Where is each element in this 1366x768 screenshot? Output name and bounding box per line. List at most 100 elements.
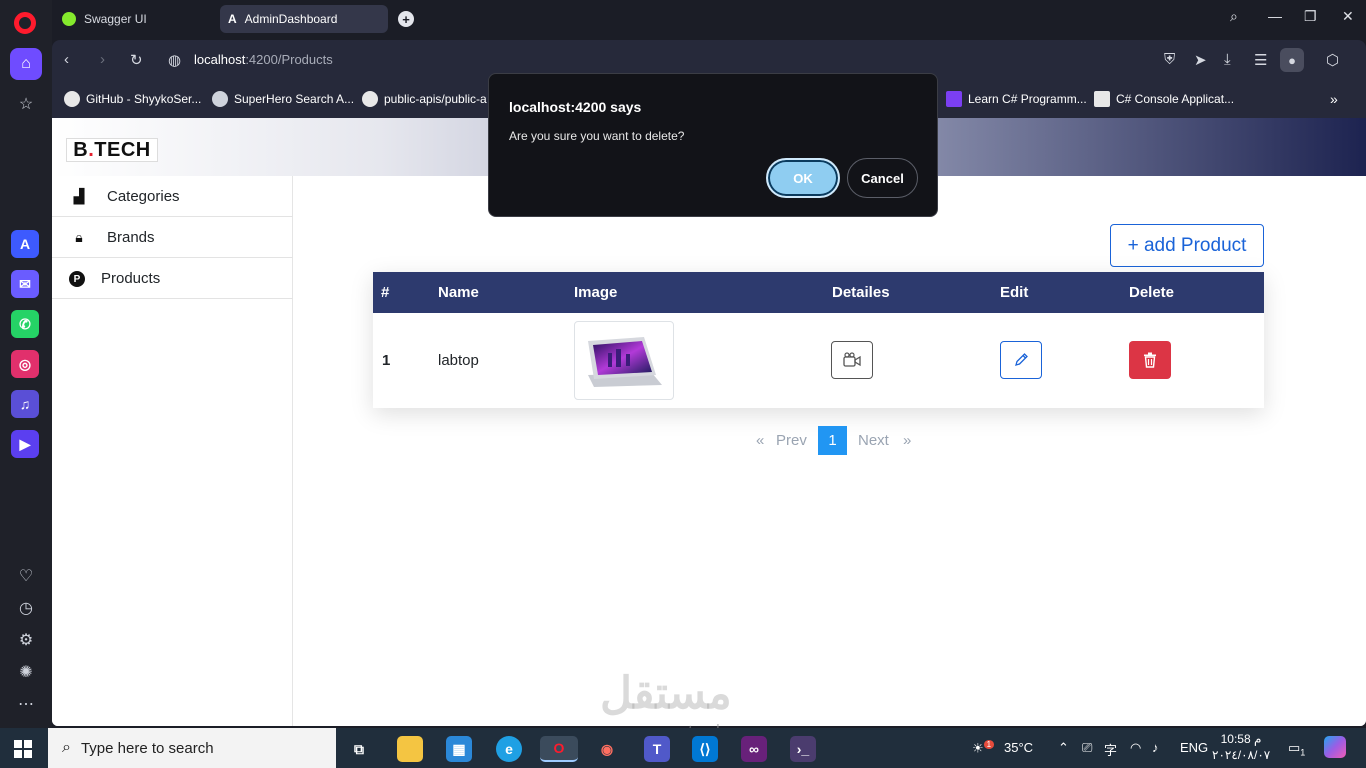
search-tabs-icon[interactable]: ⌕ — [1230, 8, 1238, 25]
site-info-icon[interactable]: ◍ — [168, 51, 181, 69]
opera-taskbar-icon[interactable]: O — [540, 736, 578, 762]
pagination-prev[interactable]: Prev — [776, 426, 807, 455]
star-icon[interactable]: ☆ — [10, 88, 42, 120]
table-header: # Name Image Detailes Edit Delete — [373, 272, 1264, 313]
extensions-icon[interactable]: ⬡ — [1326, 51, 1339, 69]
sidebar-item-label: Brands — [107, 228, 155, 246]
products-table: # Name Image Detailes Edit Delete 1 labt… — [373, 272, 1264, 408]
weather-icon[interactable]: ☀ 1 — [972, 740, 995, 756]
opera-sidebar: ⌂ ☆ A ✉ ✆ ◎ ♫ ▶ ♡ ◷ ⚙ ✺ ⋯ — [0, 0, 52, 728]
github-icon — [362, 91, 378, 107]
sidebar-item-label: Categories — [107, 187, 180, 205]
windows-start-icon[interactable] — [14, 740, 32, 758]
sidebar-item-categories[interactable]: ▟ Categories — [52, 176, 293, 217]
lightbulb-icon[interactable]: ✺ — [10, 656, 42, 688]
copilot-icon[interactable] — [1324, 736, 1346, 758]
volume-icon[interactable]: ♪ — [1152, 740, 1159, 755]
close-window-icon[interactable]: ✕ — [1342, 8, 1354, 25]
aria-icon[interactable]: A — [11, 230, 39, 258]
notifications-icon[interactable]: ▭1 — [1288, 740, 1305, 758]
easy-setup-icon[interactable]: ☰ — [1254, 51, 1267, 69]
send-icon[interactable]: ➤ — [1194, 51, 1207, 69]
add-product-button[interactable]: + add Product — [1110, 224, 1264, 267]
pagination-next[interactable]: Next — [858, 426, 889, 455]
new-tab-button[interactable]: + — [398, 11, 414, 27]
ime-icon[interactable]: 字 — [1104, 740, 1117, 759]
taskbar-search[interactable]: ⌕ Type here to search — [48, 728, 336, 768]
file-explorer-icon[interactable] — [397, 736, 423, 762]
angular-icon: A — [228, 12, 237, 26]
chart-area-icon: ▟ — [73, 187, 85, 204]
edit-button[interactable] — [1000, 341, 1042, 379]
pagination-page-1[interactable]: 1 — [818, 426, 847, 455]
messenger-icon[interactable]: ✉ — [11, 270, 39, 298]
vscode-icon[interactable]: ⟨⟩ — [692, 736, 718, 762]
delete-button[interactable] — [1129, 341, 1171, 379]
sidebar-item-products[interactable]: P Products — [52, 258, 293, 299]
laptop-image — [588, 336, 662, 387]
sidebar-item-label: Products — [101, 269, 161, 287]
music-icon[interactable]: ♫ — [11, 390, 39, 418]
whatsapp-icon[interactable]: ✆ — [11, 310, 39, 338]
tab-swagger[interactable]: Swagger UI — [54, 5, 214, 33]
store-icon[interactable]: ▦ — [446, 736, 472, 762]
back-icon[interactable]: ‹ — [64, 51, 69, 68]
brand-right: TECH — [94, 138, 151, 161]
download-icon[interactable]: ⤓ — [1224, 51, 1231, 68]
minimize-icon[interactable]: — — [1268, 8, 1282, 24]
csharp-icon — [1094, 91, 1110, 107]
home-icon[interactable]: ⌂ — [10, 48, 42, 80]
column-header: Name — [438, 284, 479, 301]
player-icon[interactable]: ▶ — [11, 430, 39, 458]
bookmark-public-apis[interactable]: public-apis/public-a — [362, 91, 487, 107]
more-icon[interactable]: ⋯ — [10, 688, 42, 720]
pencil-icon — [1015, 353, 1028, 366]
teams-icon[interactable]: T — [644, 736, 670, 762]
app-taskbar-icon[interactable]: ◉ — [594, 736, 620, 762]
clock[interactable]: 10:58 م ٢٠٢٤/٠٨/٠٧ — [1212, 731, 1270, 763]
tray-chevron-icon[interactable]: ⌃ — [1058, 740, 1069, 756]
url-host: localhost — [194, 52, 246, 67]
pagination-next-glyph[interactable]: » — [903, 426, 911, 455]
settings-icon[interactable]: ⚙ — [10, 624, 42, 656]
visual-studio-icon[interactable]: ∞ — [741, 736, 767, 762]
cancel-button[interactable]: Cancel — [847, 158, 918, 198]
opera-logo-icon[interactable] — [14, 12, 36, 34]
history-icon[interactable]: ◷ — [10, 592, 42, 624]
bookmarks-overflow-icon[interactable]: » — [1330, 91, 1338, 107]
bookmark-label: SuperHero Search A... — [234, 92, 355, 106]
brand-logo[interactable]: B. TECH — [66, 138, 158, 162]
bookmark-learn-csharp[interactable]: Learn C# Programm... — [946, 91, 1087, 107]
details-button[interactable] — [831, 341, 873, 379]
bookmark-github[interactable]: GitHub - ShyykoSer... — [64, 91, 201, 107]
edge-icon[interactable]: e — [496, 736, 522, 762]
bookmark-label: C# Console Applicat... — [1116, 92, 1235, 106]
ok-button[interactable]: OK — [766, 158, 840, 198]
temperature[interactable]: 35°C — [1004, 740, 1033, 755]
heart-icon[interactable]: ♡ — [10, 560, 42, 592]
column-header: Edit — [1000, 284, 1029, 301]
pagination-prev-glyph[interactable]: « — [756, 426, 764, 455]
instagram-icon[interactable]: ◎ — [11, 350, 39, 378]
product-p-icon: P — [67, 269, 87, 288]
url-field[interactable]: localhost:4200/Products — [194, 52, 333, 67]
forward-icon[interactable]: › — [100, 51, 105, 68]
bookmark-superhero[interactable]: SuperHero Search A... — [212, 91, 354, 107]
meet-icon[interactable]: ⎚ — [1082, 740, 1092, 756]
bookmark-csharp-console[interactable]: C# Console Applicat... — [1094, 91, 1234, 107]
language-indicator[interactable]: ENG — [1180, 740, 1208, 755]
watermark-arabic: مستقل — [600, 669, 732, 718]
sidebar-item-brands[interactable]: 🔒︎ Brands — [52, 217, 293, 258]
restore-icon[interactable]: ❐ — [1304, 8, 1317, 25]
terminal-icon[interactable]: ›_ — [790, 736, 816, 762]
url-path: :4200/Products — [245, 52, 333, 67]
shield-icon[interactable]: ⛨ — [1164, 51, 1175, 68]
superhero-icon — [212, 91, 228, 107]
lock-icon: 🔒︎ — [75, 228, 83, 245]
task-view-icon[interactable]: ⧉ — [346, 736, 372, 762]
bookmark-label: public-apis/public-a — [384, 92, 487, 106]
tab-admin-dashboard[interactable]: A AdminDashboard — [220, 5, 388, 33]
profile-icon[interactable]: ● — [1280, 48, 1304, 72]
reload-icon[interactable]: ↻ — [130, 51, 143, 69]
wifi-icon[interactable]: ◠ — [1130, 740, 1141, 756]
